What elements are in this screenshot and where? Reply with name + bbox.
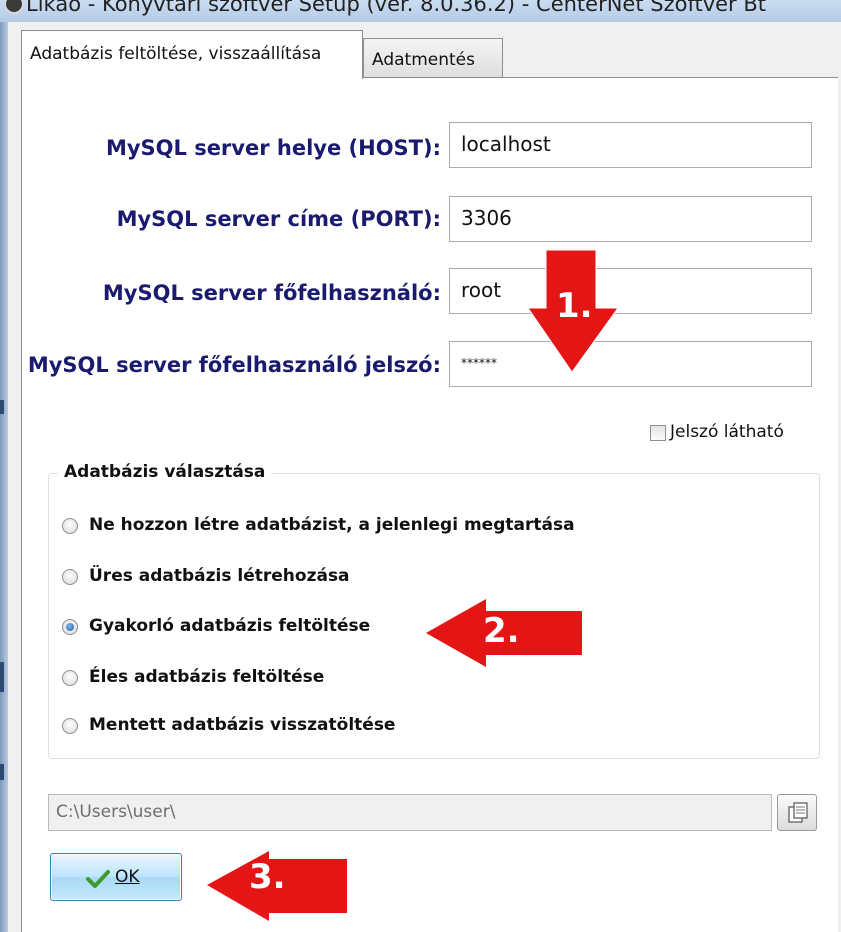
radio-button[interactable] bbox=[62, 619, 78, 635]
radio-label: Éles adatbázis feltöltése bbox=[89, 667, 325, 687]
annotation-number: 3. bbox=[249, 857, 286, 897]
radio-label: Ne hozzon létre adatbázist, a jelenlegi … bbox=[89, 515, 575, 535]
radio-button[interactable] bbox=[62, 569, 78, 585]
app-icon bbox=[4, 0, 24, 14]
browse-button[interactable] bbox=[777, 794, 817, 831]
tab-strip: Adatbázis feltöltése, visszaállítása Ada… bbox=[8, 30, 838, 79]
frame-mark bbox=[0, 764, 4, 780]
radio-button[interactable] bbox=[62, 518, 78, 534]
frame-mark bbox=[0, 662, 4, 692]
radio-selected-dot bbox=[66, 623, 74, 631]
database-choice-legend: Adatbázis választása bbox=[58, 462, 272, 482]
annotation-arrow-3: 3. bbox=[207, 851, 349, 925]
radio-label: Üres adatbázis létrehozása bbox=[89, 566, 350, 586]
annotation-arrow-2: 2. bbox=[426, 599, 584, 669]
tab-backup[interactable]: Adatmentés bbox=[363, 38, 503, 78]
user-input[interactable]: root bbox=[449, 268, 812, 314]
window-title: Likao - Könyvtári szoftver Setup (ver. 8… bbox=[26, 0, 767, 16]
path-input[interactable]: C:\Users\user\ bbox=[48, 794, 772, 831]
tab-database-upload[interactable]: Adatbázis feltöltése, visszaállítása bbox=[21, 30, 363, 79]
host-input[interactable]: localhost bbox=[449, 122, 812, 168]
annotation-arrow-1: 1. bbox=[528, 250, 618, 375]
radio-button[interactable] bbox=[62, 670, 78, 686]
annotation-number: 1. bbox=[556, 286, 593, 326]
host-label: MySQL server helye (HOST): bbox=[105, 136, 441, 160]
radio-button[interactable] bbox=[62, 718, 78, 734]
frame-mark bbox=[0, 400, 4, 414]
ok-button[interactable]: OK bbox=[50, 853, 182, 901]
ok-button-label: OK bbox=[115, 867, 140, 887]
checkmark-icon bbox=[86, 870, 110, 888]
radio-label: Mentett adatbázis visszatöltése bbox=[89, 715, 396, 735]
port-input[interactable]: 3306 bbox=[449, 196, 812, 242]
window-frame-left bbox=[0, 22, 8, 932]
title-bar: Likao - Könyvtári szoftver Setup (ver. 8… bbox=[0, 0, 841, 22]
annotation-number: 2. bbox=[483, 611, 520, 651]
password-label: MySQL server főfelhasználó jelszó: bbox=[27, 353, 441, 377]
folder-browse-icon bbox=[788, 802, 808, 823]
user-label: MySQL server főfelhasználó: bbox=[102, 281, 441, 305]
show-password-checkbox[interactable] bbox=[650, 425, 666, 441]
show-password-label: Jelszó látható bbox=[670, 422, 784, 442]
radio-label: Gyakorló adatbázis feltöltése bbox=[89, 616, 371, 636]
password-input[interactable]: ****** bbox=[449, 341, 812, 387]
port-label: MySQL server címe (PORT): bbox=[116, 207, 441, 231]
